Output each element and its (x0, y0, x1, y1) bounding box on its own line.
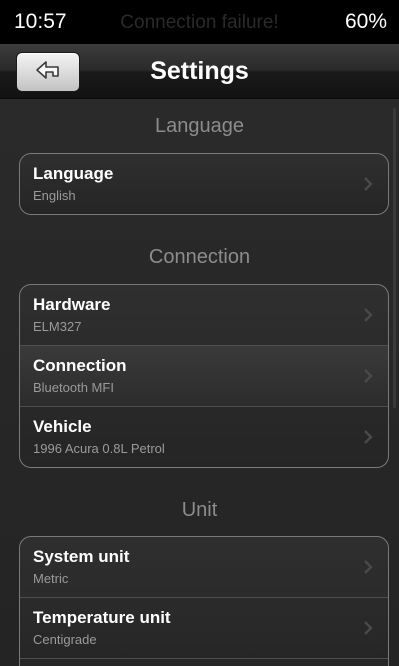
page-title: Settings (150, 57, 249, 85)
row-label: Hardware (33, 295, 111, 314)
row-value: Bluetooth MFI (33, 380, 114, 395)
chevron-right-icon (362, 429, 374, 445)
row-label: Connection (33, 356, 127, 375)
row-system-unit[interactable]: System unit Metric (20, 537, 388, 598)
section-title-unit: Unit (181, 499, 218, 521)
section-title-connection: Connection (148, 246, 251, 268)
settings-screen: 10:57 Connection failure! 60% Settings L… (0, 0, 399, 666)
row-language[interactable]: Language English (20, 154, 388, 214)
connection-group: Hardware ELM327 Connection Bluetooth MFI… (19, 284, 389, 468)
row-value: Metric (33, 571, 69, 586)
chevron-right-icon (362, 176, 374, 192)
section-title-language: Language (155, 115, 244, 137)
scrollbar[interactable] (393, 108, 396, 408)
chevron-right-icon (362, 620, 374, 636)
battery-level: 60% (344, 10, 387, 33)
row-label: Language (33, 164, 114, 183)
navigation-bar: Settings (0, 44, 399, 99)
chevron-right-icon (362, 368, 374, 384)
status-message: Connection failure! (120, 12, 279, 33)
row-label: Temperature unit (33, 608, 171, 627)
unit-group: System unit Metric Temperature unit Cent… (19, 536, 389, 666)
chevron-right-icon (362, 559, 374, 575)
settings-content: Language Language English Connection Har… (0, 99, 399, 666)
row-vehicle[interactable]: Vehicle 1996 Acura 0.8L Petrol (20, 407, 388, 467)
row-temperature-unit[interactable]: Temperature unit Centigrade (20, 598, 388, 659)
row-label: Vehicle (33, 417, 92, 436)
row-value: English (33, 188, 76, 203)
chevron-right-icon (362, 307, 374, 323)
row-value: 1996 Acura 0.8L Petrol (33, 441, 165, 456)
status-bar: 10:57 Connection failure! 60% (0, 0, 399, 44)
row-hardware[interactable]: Hardware ELM327 (20, 285, 388, 346)
language-group: Language English (19, 153, 389, 215)
row-connection[interactable]: Connection Bluetooth MFI (20, 346, 388, 407)
row-value: Centigrade (33, 632, 97, 647)
row-value: ELM327 (33, 319, 82, 334)
row-label: System unit (33, 547, 130, 566)
